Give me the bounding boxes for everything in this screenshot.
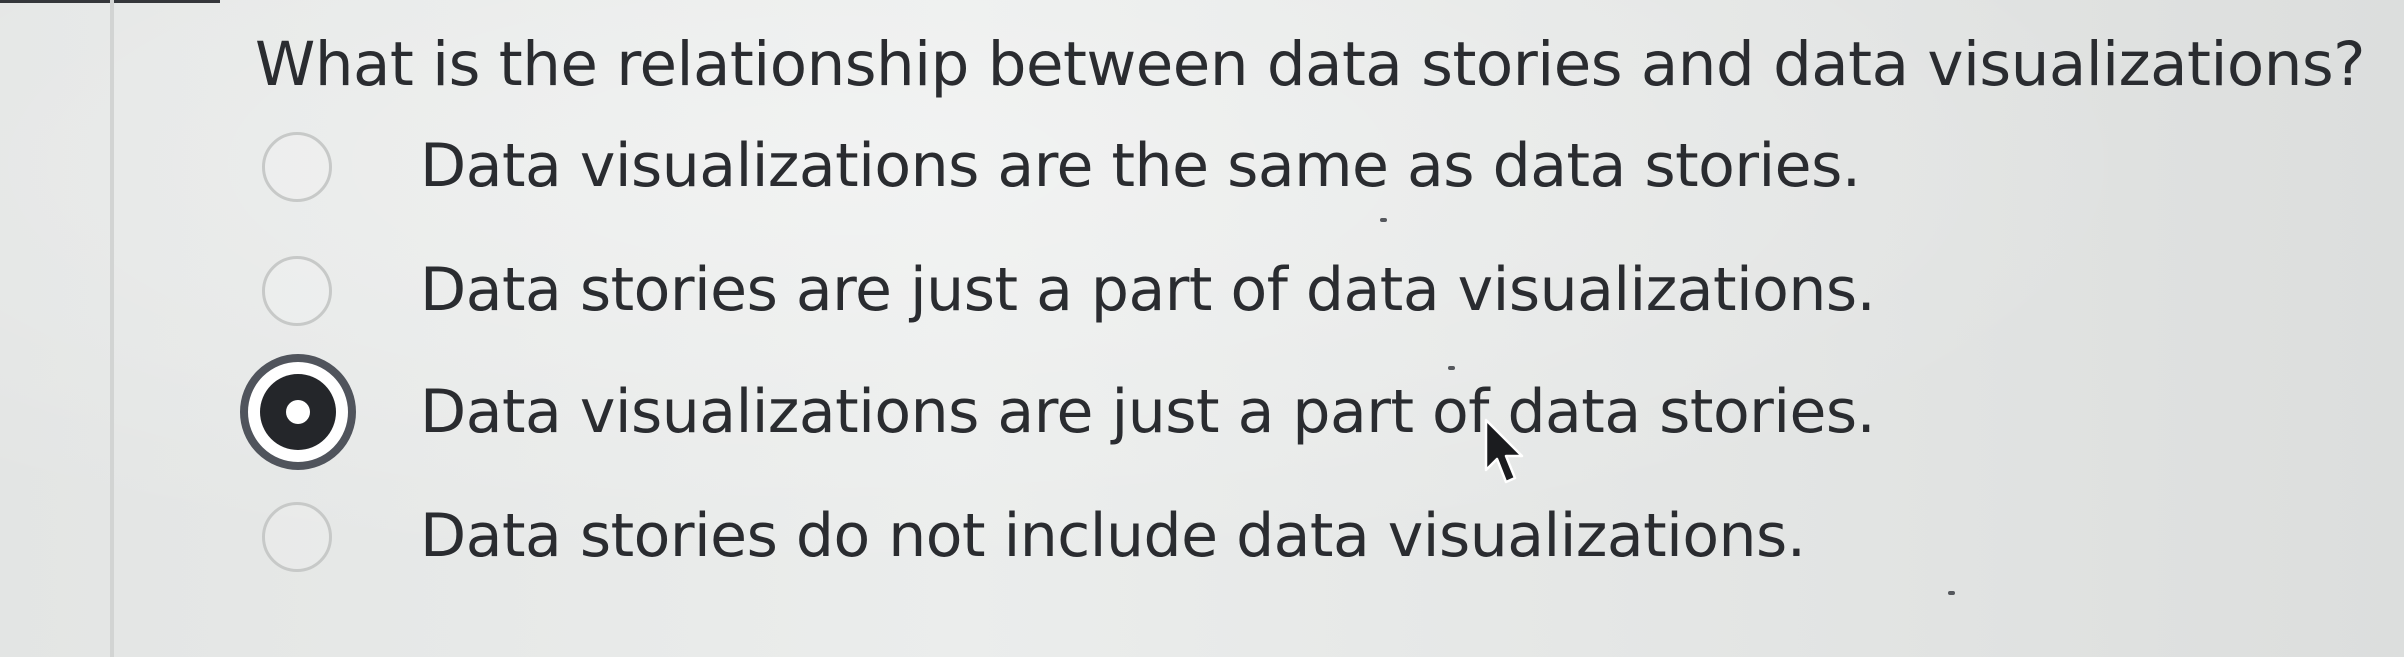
option-4-label[interactable]: Data stories do not include data visuali… [420,496,1806,576]
question-text: What is the relationship between data st… [255,29,2366,100]
screen-speck [1380,218,1387,222]
radio-button-option-1[interactable] [262,132,332,202]
option-4[interactable]: Data stories do not include data visuali… [240,478,2040,598]
quiz-screen: What is the relationship between data st… [0,0,2404,657]
radio-selected-fill [260,374,336,450]
mouse-pointer-icon [1484,418,1524,484]
option-3-label[interactable]: Data visualizations are just a part of d… [420,372,1876,452]
radio-button-option-2[interactable] [262,256,332,326]
screen-speck [1948,591,1955,595]
radio-button-option-4[interactable] [262,502,332,572]
option-2-label[interactable]: Data stories are just a part of data vis… [420,250,1876,330]
option-2[interactable]: Data stories are just a part of data vis… [240,232,2040,352]
screen-speck [1448,366,1455,370]
option-3[interactable]: Data visualizations are just a part of d… [240,354,2040,474]
radio-button-option-3-selected[interactable] [240,354,356,470]
option-1[interactable]: Data visualizations are the same as data… [240,108,2040,228]
left-divider [110,0,114,657]
option-1-label[interactable]: Data visualizations are the same as data… [420,126,1861,206]
radio-selected-dot [286,400,310,424]
